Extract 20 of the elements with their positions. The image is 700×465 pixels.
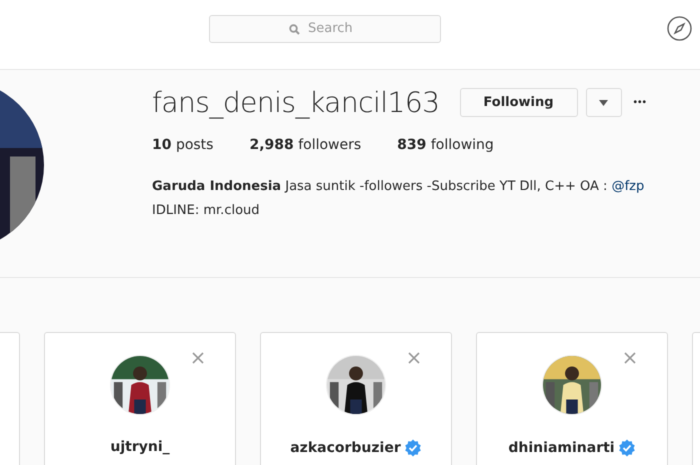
mention-link[interactable]: @fzp — [612, 179, 644, 194]
search-field[interactable]: Search — [209, 14, 441, 42]
search-icon — [289, 24, 300, 34]
dropdown-button[interactable] — [586, 88, 622, 117]
close-icon[interactable] — [407, 351, 421, 365]
profile-stat[interactable]: 10 posts — [152, 137, 214, 153]
close-icon[interactable] — [191, 351, 205, 365]
profile-bio-line: IDLINE: mr.cloud — [152, 202, 261, 220]
suggestion-username[interactable]: azkacorbuzier — [290, 440, 401, 456]
more-options-button[interactable]: ••• — [634, 97, 648, 108]
profile-username: fans_denis_kancil163 — [152, 86, 440, 119]
suggestion-username[interactable]: dhiniaminarti — [508, 440, 615, 456]
profile-stat[interactable]: 2,988 followers — [249, 137, 362, 153]
caret-icon — [599, 100, 608, 106]
compass-icon[interactable] — [667, 16, 692, 41]
profile-bio: Garuda Indonesia Jasa suntik -followers -Subscribe YT Dll, C++ OA : @fzp — [152, 178, 646, 196]
close-icon[interactable] — [623, 351, 637, 365]
suggestion-username[interactable]: ujtryni_ — [110, 439, 170, 455]
following-button[interactable]: Following — [460, 88, 578, 117]
profile-stat[interactable]: 839 following — [397, 137, 494, 153]
